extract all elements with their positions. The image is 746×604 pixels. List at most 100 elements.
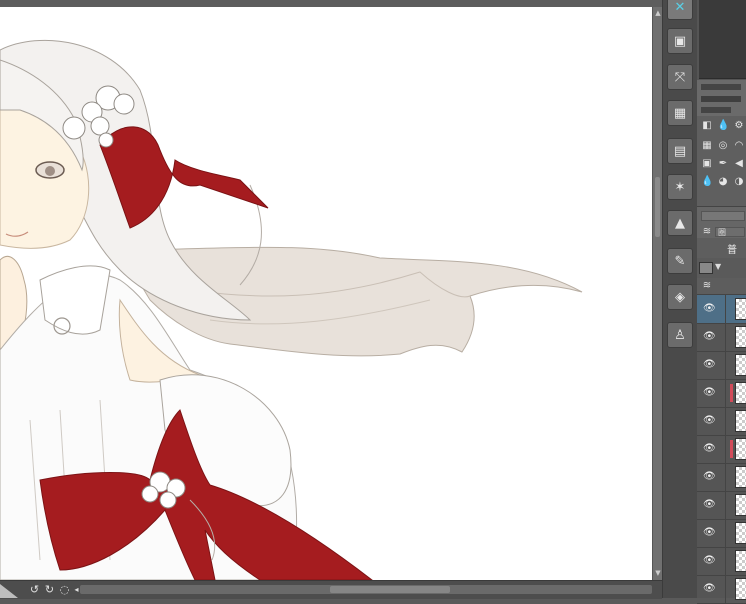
layer-color-mark — [730, 440, 733, 458]
layer-thumbnail[interactable] — [735, 410, 746, 432]
layer-row[interactable]: 👁 — [697, 435, 746, 464]
arrow-left-icon[interactable]: ◀ — [733, 158, 745, 170]
horizontal-scroll-thumb[interactable] — [330, 586, 450, 593]
chevron-down-icon[interactable]: ▼ — [715, 262, 721, 271]
material-pattern-button[interactable]: ▦ — [667, 100, 693, 126]
pattern-icon: ▦ — [673, 106, 687, 121]
view-slider[interactable] — [701, 107, 731, 113]
settings-icon[interactable]: ⚙ — [733, 120, 745, 132]
scroll-up-icon[interactable]: ▲ — [654, 9, 662, 17]
canvas-corner-indicator — [0, 584, 18, 598]
eye-icon[interactable]: 👁 — [703, 471, 716, 483]
brush-icon: ✎ — [674, 254, 686, 269]
property-icon[interactable]: ◧ — [701, 120, 713, 132]
layer-separator — [725, 379, 726, 407]
layer-separator — [725, 323, 726, 351]
layer-thumbnail[interactable] — [735, 494, 746, 516]
material-folder-button[interactable]: ▣ — [667, 28, 693, 54]
layer-separator — [725, 547, 726, 575]
layer-row[interactable]: 👁 — [697, 491, 746, 520]
pen-icon[interactable]: ✒ — [717, 158, 729, 170]
rotate-right-icon[interactable]: ↻ — [43, 584, 56, 596]
layer-row[interactable]: 👁 — [697, 351, 746, 380]
material-transform-button[interactable]: ⤧ — [667, 64, 693, 90]
layer-row[interactable]: 👁 — [697, 519, 746, 548]
material-layout-button[interactable]: ▤ — [667, 138, 693, 164]
navigator-preview[interactable] — [699, 0, 746, 79]
material-3d-button[interactable]: ◈ — [667, 284, 693, 310]
zoom-slider[interactable] — [701, 84, 741, 90]
image-icon[interactable]: ▣ — [701, 158, 713, 170]
layer-row[interactable]: 👁 — [697, 323, 746, 352]
scroll-down-icon[interactable]: ▼ — [654, 569, 662, 577]
layer-row[interactable]: 👁 — [697, 547, 746, 576]
eye-icon[interactable]: 👁 — [703, 443, 716, 455]
color-icon[interactable]: ◑ — [733, 176, 745, 188]
eye-icon[interactable]: 👁 — [703, 415, 716, 427]
layer-row[interactable]: 👁 — [697, 575, 746, 604]
eye-icon[interactable]: 👁 — [703, 303, 716, 315]
iris — [45, 166, 55, 176]
layer-separator — [725, 295, 726, 323]
eye-icon[interactable]: 👁 — [703, 527, 716, 539]
layer-row[interactable]: 👁 — [697, 295, 746, 324]
layer-thumbnail[interactable] — [735, 466, 746, 488]
grid-icon[interactable]: ▦ — [701, 140, 713, 152]
rotation-slider[interactable] — [701, 96, 741, 102]
transform-icon: ⤧ — [674, 70, 686, 85]
layer-thumbnail[interactable] — [735, 298, 746, 320]
layer-tab[interactable]: 圏 — [715, 227, 745, 237]
eye-icon[interactable]: 👁 — [703, 387, 716, 399]
right-panels: ◧ 💧 ⚙ ▦ ◎ ◠ ▣ ✒ ◀ 💧 ◕ ◑ ≋ 圏 普 ▼ ≋ 👁 👁 👁 👁 👁 👁… — [697, 0, 746, 604]
layer-row[interactable]: 👁 — [697, 463, 746, 492]
canvas-area[interactable]: ▲ ▼ ↺ ↻ ◌ ◂ — [0, 0, 663, 599]
blend-mode-row[interactable]: 普 — [697, 238, 746, 258]
spiral-icon[interactable]: ◎ — [717, 140, 729, 152]
figure-icon: ♙ — [674, 328, 686, 343]
sparkle-icon: ✶ — [674, 180, 686, 195]
layer-tab-icon[interactable]: ≋ — [701, 226, 713, 238]
vertical-scroll-thumb[interactable] — [655, 177, 660, 237]
layer-thumbnail[interactable] — [735, 382, 746, 404]
layer-row[interactable]: 👁 — [697, 407, 746, 436]
eye-icon[interactable]: 👁 — [703, 499, 716, 511]
blend-mode-label: 普 — [727, 245, 737, 256]
material-brush-button[interactable]: ✎ — [667, 248, 693, 274]
layer-thumbnail[interactable] — [735, 550, 746, 572]
palette-icon[interactable]: ◕ — [717, 176, 729, 188]
drop-icon[interactable]: 💧 — [717, 120, 729, 132]
layout-icon: ▤ — [673, 144, 687, 159]
landscape-icon: ▲ — [675, 216, 685, 231]
curve-icon[interactable]: ◠ — [733, 140, 745, 152]
material-effect-button[interactable]: ✶ — [667, 174, 693, 200]
navigator-close-button[interactable]: ✕ — [667, 0, 693, 20]
layer-thumbnail[interactable] — [735, 438, 746, 460]
material-figure-button[interactable]: ♙ — [667, 322, 693, 348]
eye-icon[interactable]: 👁 — [703, 583, 716, 595]
drawing-canvas[interactable] — [0, 7, 652, 580]
layer-thumbnail[interactable] — [735, 522, 746, 544]
cube-icon: ◈ — [675, 290, 685, 305]
layer-tab-label: 圏 — [718, 228, 726, 237]
layer-search-field[interactable] — [701, 211, 745, 221]
material-tool-dock: ✕ ▣ ⤧ ▦ ▤ ✶ ▲ ✎ ◈ ♙ — [662, 0, 697, 598]
eye-icon[interactable]: 👁 — [703, 555, 716, 567]
ink-icon[interactable]: 💧 — [701, 176, 713, 188]
eye-icon[interactable]: 👁 — [703, 331, 716, 343]
layer-tab-row: ≋ 圏 — [697, 206, 746, 239]
layer-separator — [725, 575, 726, 603]
layer-row[interactable]: 👁 — [697, 379, 746, 408]
collar — [39, 265, 111, 335]
artwork-illustration — [0, 39, 583, 580]
rotate-left-icon[interactable]: ↺ — [28, 584, 41, 596]
layer-thumbnail[interactable] — [735, 354, 746, 376]
horizontal-scrollbar[interactable] — [80, 585, 652, 594]
layer-color-swatch[interactable] — [699, 262, 713, 274]
layer-thumbnail[interactable] — [735, 578, 746, 600]
layer-stack-icon[interactable]: ≋ — [701, 280, 713, 292]
eye-icon[interactable]: 👁 — [703, 359, 716, 371]
material-landscape-button[interactable]: ▲ — [667, 210, 693, 236]
layer-list[interactable]: 👁 👁 👁 👁 👁 👁 👁 👁 👁 👁 👁 — [697, 295, 746, 604]
layer-color-mark — [730, 384, 733, 402]
layer-thumbnail[interactable] — [735, 326, 746, 348]
